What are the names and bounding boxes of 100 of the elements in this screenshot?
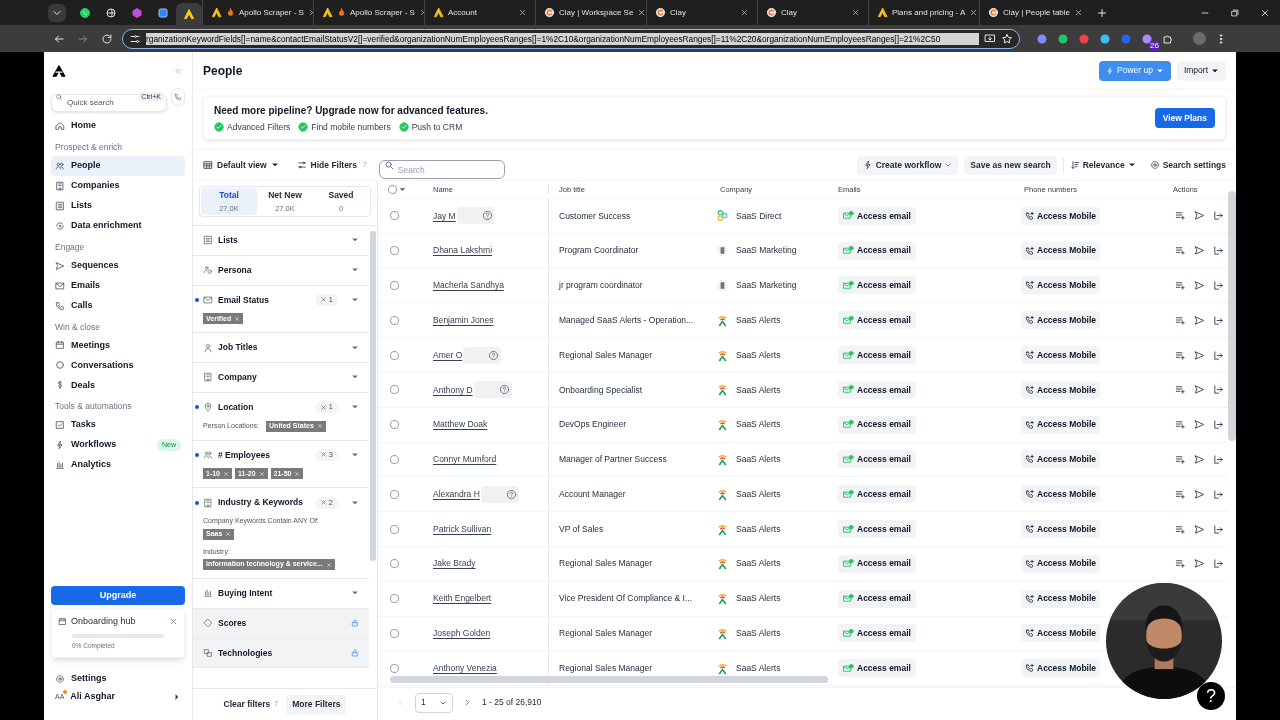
- person-name-link[interactable]: Joseph Golden: [433, 627, 491, 640]
- search-settings-button[interactable]: Search settings: [1149, 155, 1226, 175]
- checkbox[interactable]: [388, 185, 397, 194]
- save-search-button[interactable]: Save as new search: [964, 155, 1057, 175]
- filter-toggle[interactable]: Technologies: [218, 646, 346, 660]
- export-icon[interactable]: [1213, 280, 1224, 291]
- settings-link[interactable]: Settings: [51, 670, 185, 688]
- send-icon[interactable]: [1194, 419, 1205, 431]
- checkbox[interactable]: [390, 559, 399, 569]
- filter-toggle[interactable]: Industry & Keywords: [218, 496, 310, 509]
- person-name-link[interactable]: Keith Engelbert: [433, 592, 492, 606]
- checkbox[interactable]: [390, 315, 399, 325]
- add-to-list-icon[interactable]: [1175, 280, 1186, 291]
- checkbox[interactable]: [390, 454, 399, 464]
- export-icon[interactable]: [1213, 245, 1224, 257]
- nav-item[interactable]: Companies: [51, 175, 185, 196]
- nav-item[interactable]: People: [51, 155, 185, 176]
- add-to-list-icon[interactable]: [1175, 210, 1186, 222]
- table-row[interactable]: Benjamin Jones Managed SaaS Alerts - Operation... SaaS Alerts Access email Access Mobile: [378, 303, 1228, 339]
- tab-search-button[interactable]: [48, 3, 66, 22]
- install-icon[interactable]: [984, 32, 996, 45]
- star-icon[interactable]: [1001, 32, 1013, 45]
- access-mobile-button[interactable]: Access Mobile: [1021, 485, 1101, 504]
- access-mobile-button[interactable]: Access Mobile: [1021, 206, 1101, 225]
- access-email-button[interactable]: Access email: [838, 276, 916, 295]
- close-icon[interactable]: [637, 8, 646, 17]
- send-icon[interactable]: [1194, 488, 1205, 500]
- close-icon[interactable]: [169, 617, 178, 626]
- add-to-list-icon[interactable]: [1175, 349, 1186, 361]
- checkbox[interactable]: [390, 281, 399, 290]
- send-icon[interactable]: [1194, 523, 1205, 535]
- scrollbar[interactable]: [390, 676, 828, 683]
- person-name-link[interactable]: Alexandra H: [433, 487, 480, 501]
- access-email-button[interactable]: Access email: [838, 450, 916, 469]
- send-icon[interactable]: [1194, 280, 1205, 291]
- access-mobile-button[interactable]: Access Mobile: [1021, 276, 1101, 295]
- access-email-button[interactable]: Access email: [838, 380, 916, 399]
- person-name-link[interactable]: Matthew Doak: [433, 418, 488, 432]
- access-email-button[interactable]: Access email: [838, 589, 916, 608]
- nav-item[interactable]: Home: [51, 116, 185, 136]
- send-icon[interactable]: [1194, 210, 1205, 222]
- caret-icon[interactable]: [399, 186, 406, 193]
- more-filters-button[interactable]: More Filters: [286, 694, 347, 715]
- clear-count-chip[interactable]: 2: [314, 496, 338, 509]
- access-mobile-button[interactable]: Access Mobile: [1021, 415, 1101, 434]
- access-email-button[interactable]: Access email: [838, 485, 916, 504]
- close-icon[interactable]: [518, 8, 527, 17]
- extensions-icon[interactable]: [1162, 32, 1174, 45]
- export-icon[interactable]: [1213, 349, 1224, 361]
- send-icon[interactable]: [1194, 245, 1205, 257]
- checkbox[interactable]: [390, 489, 399, 499]
- access-email-button[interactable]: Access email: [838, 206, 916, 225]
- access-mobile-button[interactable]: Access Mobile: [1021, 554, 1101, 573]
- access-email-button[interactable]: Access email: [838, 346, 916, 365]
- access-email-button[interactable]: Access email: [838, 520, 916, 539]
- export-icon[interactable]: [1213, 384, 1224, 396]
- access-email-button[interactable]: Access email: [838, 624, 916, 643]
- close-icon[interactable]: [1074, 8, 1083, 17]
- add-to-list-icon[interactable]: [1175, 245, 1186, 257]
- close-icon[interactable]: [969, 8, 979, 17]
- export-icon[interactable]: [1213, 419, 1224, 431]
- add-to-list-icon[interactable]: [1175, 488, 1186, 500]
- help-icon[interactable]: [481, 210, 493, 222]
- extension-icon[interactable]: [1078, 32, 1090, 45]
- view-plans-button[interactable]: View Plans: [1154, 108, 1215, 128]
- nav-item[interactable]: Data enrichment: [51, 215, 185, 236]
- person-name-link[interactable]: Macherla Sandhya: [433, 279, 504, 292]
- send-icon[interactable]: [1194, 349, 1205, 361]
- access-mobile-button[interactable]: Access Mobile: [1021, 659, 1101, 678]
- close-icon[interactable]: [740, 8, 749, 17]
- search-field[interactable]: Search: [378, 160, 505, 179]
- export-icon[interactable]: [1213, 314, 1224, 326]
- close-icon[interactable]: [851, 8, 860, 17]
- access-mobile-button[interactable]: Access Mobile: [1021, 589, 1101, 608]
- person-name-link[interactable]: Jay M: [433, 209, 456, 223]
- add-to-list-icon[interactable]: [1175, 558, 1186, 570]
- access-mobile-button[interactable]: Access Mobile: [1021, 311, 1101, 330]
- nav-item[interactable]: Lists: [51, 195, 185, 216]
- send-icon[interactable]: [1194, 453, 1205, 465]
- add-to-list-icon[interactable]: [1175, 523, 1186, 535]
- access-mobile-button[interactable]: Access Mobile: [1021, 624, 1101, 643]
- filter-toggle[interactable]: Email Status: [218, 293, 310, 307]
- nav-item[interactable]: Conversations: [51, 355, 185, 376]
- export-icon[interactable]: [1213, 210, 1224, 222]
- filter-toggle[interactable]: Persona: [218, 263, 346, 277]
- person-name-link[interactable]: Anthony D: [433, 383, 473, 397]
- checkbox[interactable]: [390, 594, 399, 604]
- checkbox[interactable]: [390, 350, 399, 360]
- filter-toggle[interactable]: Company: [218, 371, 346, 384]
- filter-toggle[interactable]: # Employees: [218, 448, 310, 462]
- access-email-button[interactable]: Access email: [838, 241, 916, 260]
- access-mobile-button[interactable]: Access Mobile: [1021, 450, 1101, 469]
- table-row[interactable]: Patrick Sullivan VP of Sales SaaS Alerts Access email Access Mobile: [378, 512, 1228, 547]
- add-to-list-icon[interactable]: [1175, 419, 1186, 431]
- access-email-button[interactable]: Access email: [838, 554, 916, 573]
- send-icon[interactable]: [1194, 384, 1205, 396]
- person-name-link[interactable]: Anthony Venezia: [433, 661, 497, 675]
- export-icon[interactable]: [1213, 523, 1224, 535]
- nav-item[interactable]: Analytics: [51, 455, 185, 475]
- upgrade-button[interactable]: Upgrade: [51, 585, 185, 605]
